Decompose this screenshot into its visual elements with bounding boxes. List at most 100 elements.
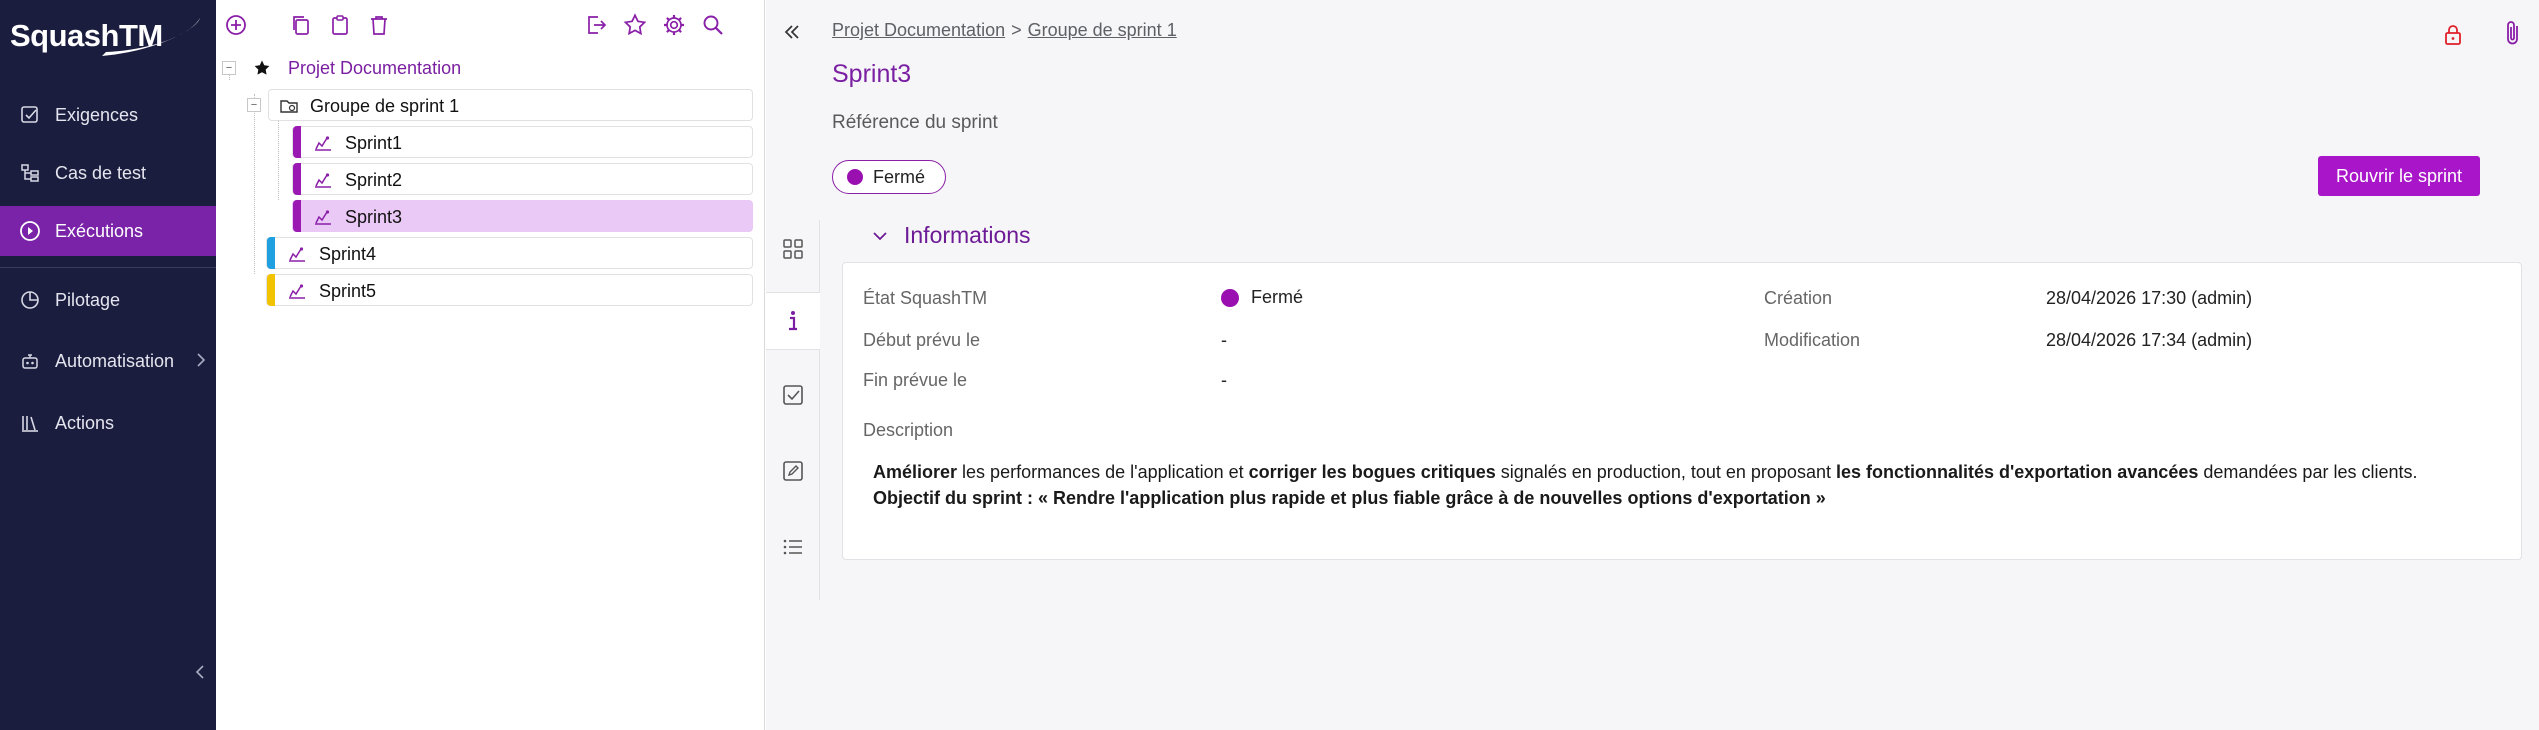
nav-item-exigences[interactable]: Exigences bbox=[0, 90, 216, 140]
side-tabs bbox=[766, 220, 820, 600]
sprint-box-selected[interactable]: Sprint3 bbox=[292, 200, 753, 232]
tab-exploratory[interactable] bbox=[766, 442, 820, 500]
sprint-box[interactable]: Sprint1 bbox=[292, 126, 753, 158]
nav-label: Pilotage bbox=[55, 289, 121, 310]
sprint-box[interactable]: Sprint5 bbox=[266, 274, 753, 306]
logo[interactable]: SquashTM bbox=[10, 10, 200, 62]
sprint-reference[interactable]: Référence du sprint bbox=[832, 112, 998, 134]
copy-button[interactable] bbox=[286, 10, 316, 40]
settings-button[interactable] bbox=[659, 10, 689, 40]
tree-node-sprint4[interactable]: Sprint4 bbox=[216, 237, 765, 269]
sprint-icon bbox=[313, 133, 333, 153]
fin-value[interactable]: - bbox=[1221, 370, 1227, 391]
search-button[interactable] bbox=[698, 10, 728, 40]
collapse-sidebar-button[interactable] bbox=[190, 660, 210, 684]
status-bar-in-progress bbox=[267, 237, 275, 269]
sprint-label: Sprint1 bbox=[345, 133, 403, 153]
tab-dashboard[interactable] bbox=[766, 220, 820, 278]
star-icon bbox=[623, 13, 647, 36]
reopen-sprint-button[interactable]: Rouvrir le sprint bbox=[2318, 156, 2480, 196]
info-icon bbox=[789, 311, 797, 331]
nav-label: Actions bbox=[55, 412, 115, 433]
dashboard-icon bbox=[783, 239, 803, 259]
search-icon bbox=[703, 15, 723, 35]
check-square-icon bbox=[19, 104, 41, 126]
list-icon bbox=[783, 539, 802, 555]
project-label: Projet Documentation bbox=[288, 58, 462, 78]
paperclip-icon bbox=[2507, 21, 2518, 45]
pie-chart-icon bbox=[19, 289, 41, 311]
nav-item-pilotage[interactable]: Pilotage bbox=[0, 275, 216, 325]
section-title: Informations bbox=[904, 222, 1031, 248]
nav-label: Exécutions bbox=[55, 220, 144, 241]
status-dot bbox=[847, 169, 863, 185]
description-content[interactable]: Améliorer les performances de l'applicat… bbox=[873, 459, 2417, 511]
sprint-label: Sprint2 bbox=[345, 170, 403, 190]
plus-circle-icon bbox=[226, 15, 246, 35]
chevron-right-icon bbox=[196, 352, 206, 373]
tree-node-group[interactable]: − Groupe de sprint 1 bbox=[216, 89, 765, 121]
tree-node-sprint3[interactable]: Sprint3 bbox=[216, 200, 765, 232]
tree-node-project[interactable]: − Projet Documentation bbox=[216, 52, 765, 84]
collapse-toggle[interactable]: − bbox=[247, 98, 261, 112]
sprint-icon bbox=[313, 170, 333, 190]
check-square-icon bbox=[783, 385, 803, 405]
breadcrumb-group-link[interactable]: Groupe de sprint 1 bbox=[1028, 20, 1177, 40]
breadcrumb-project-link[interactable]: Projet Documentation bbox=[832, 20, 1005, 40]
modification-value: 28/04/2026 17:34 (admin) bbox=[2046, 330, 2253, 350]
status-bar-closed bbox=[293, 200, 301, 232]
nav-separator bbox=[0, 267, 216, 268]
tree-node-sprint1[interactable]: Sprint1 bbox=[216, 126, 765, 158]
tree-toolbar bbox=[216, 0, 765, 50]
status-bar-closed bbox=[293, 163, 301, 195]
status-bar-closed bbox=[293, 126, 301, 158]
nav-label: Automatisation bbox=[55, 350, 175, 371]
sprint-detail: Projet Documentation > Groupe de sprint 1 … bbox=[766, 0, 2539, 730]
export-button[interactable] bbox=[581, 10, 611, 40]
creation-label: Création bbox=[1764, 288, 1833, 308]
add-button[interactable] bbox=[221, 10, 251, 40]
debut-value[interactable]: - bbox=[1221, 330, 1227, 351]
sprint-label: Sprint5 bbox=[319, 281, 377, 301]
chevron-down-icon bbox=[870, 226, 890, 246]
folder-sprint-icon bbox=[279, 96, 299, 116]
status-dot bbox=[1221, 288, 1239, 307]
description-line-2: Objectif du sprint : « Rendre l'applicat… bbox=[873, 488, 1826, 508]
tab-information[interactable] bbox=[766, 292, 820, 350]
collapse-toggle[interactable]: − bbox=[222, 61, 236, 75]
nav-item-actions[interactable]: Actions bbox=[0, 398, 216, 448]
paste-button[interactable] bbox=[325, 10, 355, 40]
nav-item-automatisation[interactable]: Automatisation bbox=[0, 336, 216, 386]
tree-panel: − Projet Documentation − Groupe de sprin… bbox=[216, 0, 765, 730]
breadcrumb: Projet Documentation > Groupe de sprint 1 bbox=[832, 20, 1177, 41]
edit-square-icon bbox=[783, 461, 803, 481]
modification-label: Modification bbox=[1764, 330, 1861, 350]
nav-item-cas-de-test[interactable]: Cas de test bbox=[0, 148, 216, 198]
sprint-icon bbox=[313, 207, 333, 227]
tab-requirements[interactable] bbox=[766, 366, 820, 424]
tree-node-sprint2[interactable]: Sprint2 bbox=[216, 163, 765, 195]
nav-item-executions[interactable]: Exécutions bbox=[0, 206, 216, 256]
favorite-button[interactable] bbox=[620, 10, 650, 40]
chevron-left-icon bbox=[195, 665, 204, 679]
section-informations-header[interactable]: Informations bbox=[870, 222, 1031, 249]
status-badge[interactable]: Fermé bbox=[832, 160, 947, 194]
lock-icon bbox=[2445, 25, 2461, 45]
page-title: Sprint3 bbox=[832, 60, 912, 88]
group-label: Groupe de sprint 1 bbox=[310, 96, 460, 116]
delete-button[interactable] bbox=[364, 10, 394, 40]
nav-label: Cas de test bbox=[55, 162, 147, 183]
sprint-box[interactable]: Sprint2 bbox=[292, 163, 753, 195]
lock-button[interactable] bbox=[2438, 18, 2468, 52]
group-box[interactable]: Groupe de sprint 1 bbox=[268, 89, 753, 121]
sprint-label: Sprint3 bbox=[345, 207, 403, 227]
sprint-box[interactable]: Sprint4 bbox=[266, 237, 753, 269]
play-circle-icon bbox=[19, 220, 41, 242]
tree-node-sprint5[interactable]: Sprint5 bbox=[216, 274, 765, 306]
collapse-tree-button[interactable] bbox=[780, 20, 804, 44]
sprint-label: Sprint4 bbox=[319, 244, 377, 264]
attachments-button[interactable] bbox=[2498, 16, 2528, 50]
clipboard-icon bbox=[332, 15, 348, 35]
tab-list[interactable] bbox=[766, 518, 820, 576]
description-label: Description bbox=[863, 420, 954, 440]
